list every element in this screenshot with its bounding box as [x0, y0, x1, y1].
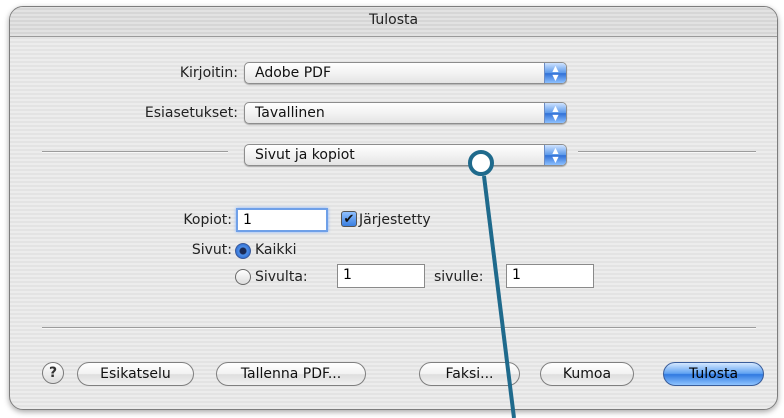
callout-annotation [468, 150, 516, 418]
callout-line [482, 175, 516, 418]
callout-circle [468, 150, 494, 176]
